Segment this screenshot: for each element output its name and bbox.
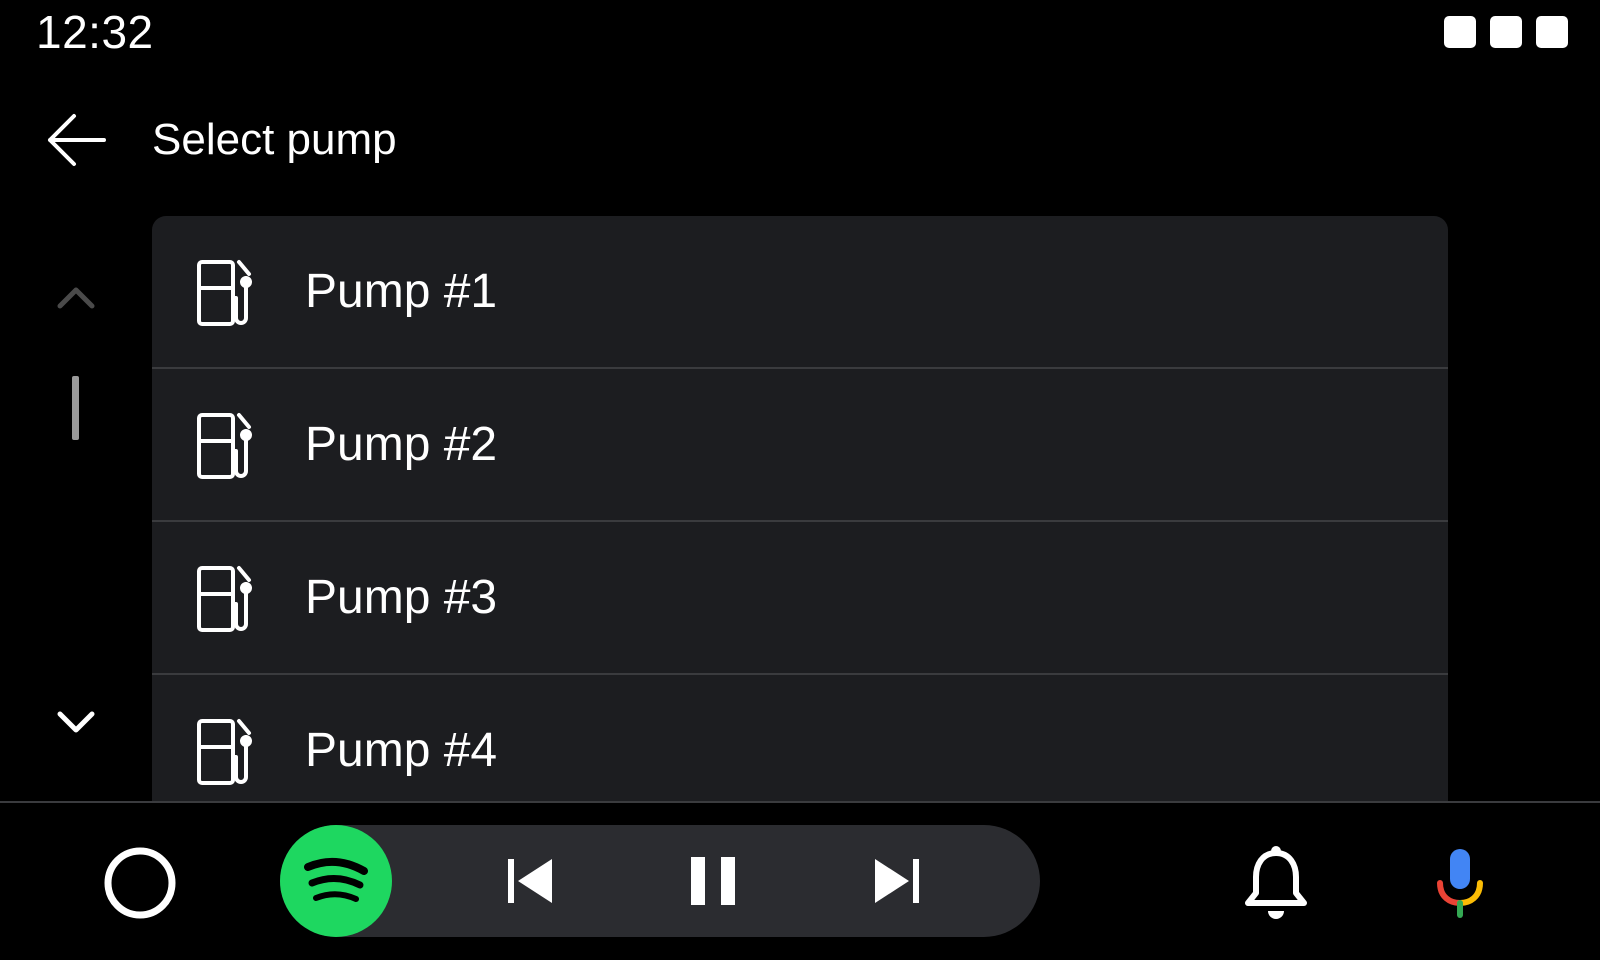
media-controls	[280, 825, 1040, 937]
pause-icon	[691, 857, 735, 905]
screen: 12:32 Select pump Pump #1 Pump #2 Pump #…	[0, 0, 1600, 960]
list-item-label: Pump #4	[305, 724, 498, 777]
previous-track-button[interactable]	[494, 845, 566, 917]
list-item-label: Pump #3	[305, 571, 498, 624]
list-item-pump-3[interactable]: Pump #3	[152, 522, 1448, 675]
back-button[interactable]	[36, 100, 116, 180]
list-item-label: Pump #2	[305, 418, 498, 471]
microphone-icon	[1437, 849, 1483, 918]
scrollbar-thumb[interactable]	[72, 376, 79, 440]
spotify-icon	[304, 857, 368, 902]
list-item-label: Pump #1	[305, 265, 498, 318]
bell-icon	[1245, 846, 1307, 919]
next-track-button[interactable]	[861, 845, 933, 917]
status-icons	[1444, 16, 1568, 48]
skip-previous-icon	[508, 859, 552, 903]
home-button[interactable]	[100, 843, 180, 923]
status-bar: 12:32	[0, 0, 1600, 64]
notifications-button[interactable]	[1236, 839, 1316, 927]
page-title: Select pump	[152, 115, 397, 164]
gas-pump-icon	[197, 566, 252, 632]
bottom-nav-bar	[0, 803, 1600, 960]
list-item-pump-1[interactable]: Pump #1	[152, 216, 1448, 369]
scroll-down-button[interactable]	[44, 694, 108, 750]
voice-assistant-button[interactable]	[1420, 839, 1500, 927]
status-indicator-icon	[1490, 16, 1522, 48]
clock: 12:32	[36, 6, 154, 58]
pump-list: Pump #1 Pump #2 Pump #3 Pump #4	[152, 216, 1448, 802]
chevron-down-icon	[57, 711, 95, 733]
chevron-up-icon	[57, 287, 95, 309]
scroll-up-button[interactable]	[44, 270, 108, 326]
media-app-button[interactable]	[280, 825, 392, 937]
status-indicator-icon	[1444, 16, 1476, 48]
list-item-pump-2[interactable]: Pump #2	[152, 369, 1448, 522]
gas-pump-icon	[197, 719, 252, 785]
pause-button[interactable]	[677, 845, 749, 917]
gas-pump-icon	[197, 260, 252, 326]
skip-next-icon	[875, 859, 919, 903]
arrow-back-icon	[48, 114, 106, 166]
list-item-pump-4[interactable]: Pump #4	[152, 675, 1448, 802]
gas-pump-icon	[197, 413, 252, 479]
home-circle-icon	[104, 847, 176, 919]
status-indicator-icon	[1536, 16, 1568, 48]
